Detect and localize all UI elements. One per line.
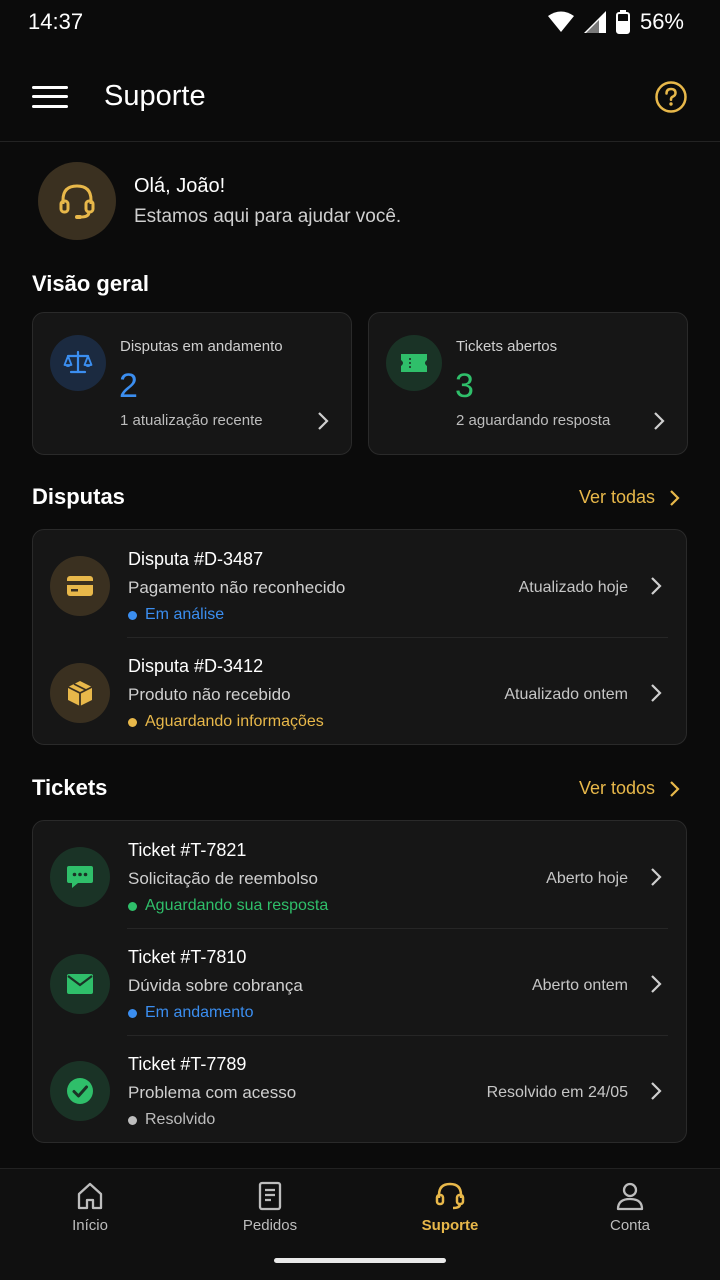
signal-icon [583,11,606,33]
dispute-title: Disputa #D-3412 [128,656,264,676]
headset-icon [435,1182,465,1210]
nav-label: Conta [609,1217,651,1234]
hamburger-icon[interactable] [32,82,68,112]
chevron-right-icon [670,489,680,506]
list-item[interactable]: Ticket #T-7789 Problema com acesso Resol… [33,1035,686,1142]
see-all-label: Ver todos [578,778,655,798]
nav-item-support[interactable]: Suporte [360,1169,540,1280]
nav-label: Suporte [421,1217,479,1234]
overview-title: Visão geral [32,271,149,296]
status-badge: Em andamento [128,1004,254,1022]
status-badge: Resolvido [128,1111,215,1129]
greeting: Olá, João! Estamos aqui para ajudar você… [38,162,401,240]
see-all-tickets-link[interactable]: Ver todos [579,778,680,799]
ticket-icon [386,335,442,391]
chat-icon [50,847,110,907]
battery-icon [615,10,630,34]
nav-item-account[interactable]: Conta [540,1169,720,1280]
nav-item-home[interactable]: Início [0,1169,180,1280]
status-text: Aguardando sua resposta [145,897,329,914]
ticket-subtitle: Problema com acesso [128,1083,297,1102]
bottom-nav: Início Pedidos Suporte Conta [0,1168,720,1280]
chevron-right-icon [651,577,662,595]
dispute-updated: Atualizado hoje [518,579,628,596]
status-text: Aguardando informações [145,713,324,730]
dispute-subtitle: Produto não recebido [128,685,291,704]
dispute-subtitle: Pagamento não reconhecido [128,578,346,597]
wifi-icon [547,11,574,32]
ticket-date: Resolvido em 24/05 [486,1084,628,1101]
chevron-right-icon [651,1082,662,1100]
list-item[interactable]: Disputa #D-3487 Pagamento não reconhecid… [33,530,686,637]
home-icon [77,1182,103,1210]
status-badge: Em análise [128,606,224,624]
status-text: Em andamento [145,1004,254,1021]
ticket-title: Ticket #T-7821 [128,840,247,860]
overview-note: 1 atualização recente [120,412,263,429]
list-item[interactable]: Disputa #D-3412 Produto não recebido Agu… [33,637,686,744]
receipt-icon [258,1181,282,1211]
chevron-right-icon [651,975,662,993]
list-item[interactable]: Ticket #T-7810 Dúvida sobre cobrança Em … [33,928,686,1035]
greeting-name: Olá, João! [134,174,226,197]
ticket-date: Aberto hoje [546,870,628,887]
status-text: Resolvido [145,1111,216,1128]
chevron-right-icon [654,412,665,430]
nav-label: Início [72,1217,108,1234]
tickets-list: Ticket #T-7821 Solicitação de reembolso … [32,820,687,1143]
see-all-disputes-link[interactable]: Ver todas [579,487,680,508]
status-bar: 14:37 56% [0,0,720,44]
disputes-title: Disputas [32,484,125,509]
see-all-label: Ver todas [578,487,655,507]
tickets-title: Tickets [32,775,108,800]
check-circle-icon [50,1061,110,1121]
user-icon [616,1182,644,1211]
status-text: Em análise [145,606,225,623]
list-item[interactable]: Ticket #T-7821 Solicitação de reembolso … [33,821,686,928]
nav-item-orders[interactable]: Pedidos [180,1169,360,1280]
ticket-title: Ticket #T-7789 [128,1054,247,1074]
page-title: Suporte [104,80,206,112]
avatar [38,162,116,240]
disputes-list: Disputa #D-3487 Pagamento não reconhecid… [32,529,687,745]
overview-card-disputes[interactable]: Disputas em andamento 2 1 atualização re… [32,312,352,455]
status-time: 14:37 [28,9,84,34]
ticket-title: Ticket #T-7810 [128,947,247,967]
scale-icon [50,335,106,391]
overview-value: 3 [455,367,474,405]
app-bar: Suporte [0,52,720,142]
status-icons: 56% [547,9,684,35]
credit-card-icon [50,556,110,616]
ticket-date: Aberto ontem [531,977,628,994]
dispute-title: Disputa #D-3487 [128,549,264,569]
headset-icon [59,184,95,219]
overview-note: 2 aguardando resposta [456,412,611,429]
overview-label: Tickets abertos [456,338,558,355]
ticket-subtitle: Solicitação de reembolso [128,869,318,888]
help-circle-icon[interactable] [654,80,688,114]
greeting-subtitle: Estamos aqui para ajudar você. [134,205,402,227]
overview-card-tickets[interactable]: Tickets abertos 3 2 aguardando resposta [368,312,688,455]
home-indicator[interactable] [274,1258,446,1263]
nav-label: Pedidos [242,1217,298,1234]
status-badge: Aguardando informações [128,713,324,731]
chevron-right-icon [670,780,680,797]
chevron-right-icon [651,868,662,886]
package-icon [50,663,110,723]
status-badge: Aguardando sua resposta [128,897,328,915]
ticket-subtitle: Dúvida sobre cobrança [128,976,303,995]
overview-label: Disputas em andamento [120,338,283,355]
chevron-right-icon [651,684,662,702]
chevron-right-icon [318,412,329,430]
mail-icon [50,954,110,1014]
dispute-updated: Atualizado ontem [504,686,628,703]
overview-value: 2 [119,367,138,405]
battery-percent: 56% [639,9,684,34]
